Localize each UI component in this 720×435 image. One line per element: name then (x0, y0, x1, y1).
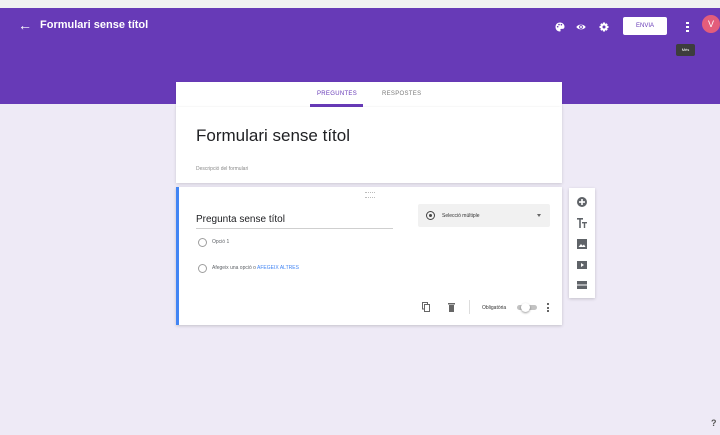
option-label[interactable]: Opció 1 (212, 239, 229, 245)
add-image-icon[interactable] (576, 238, 588, 250)
add-option-label[interactable]: Afegeix una opció o (212, 265, 256, 271)
copy-icon[interactable] (422, 302, 430, 312)
page-title[interactable]: Formulari sense títol (40, 19, 148, 31)
required-toggle[interactable] (517, 303, 537, 312)
side-toolbar (569, 188, 595, 298)
question-type-label: Selecció múltiple (442, 213, 480, 219)
radio-circle-icon (198, 238, 207, 247)
send-button[interactable]: ENVIA (623, 17, 667, 35)
avatar[interactable]: V (702, 15, 720, 33)
form-header-card: Formulari sense títol Descripció del for… (176, 107, 562, 183)
delete-icon[interactable] (448, 302, 455, 312)
radio-circle-icon (198, 264, 207, 273)
required-label: Obligatòria (482, 305, 507, 311)
eye-icon[interactable] (576, 22, 586, 32)
add-video-icon[interactable] (576, 259, 588, 271)
arrow-back-icon[interactable]: ← (18, 18, 32, 32)
help-icon[interactable]: ? (711, 418, 720, 429)
form-title-field[interactable]: Formulari sense títol (196, 126, 350, 146)
add-section-icon[interactable] (576, 279, 588, 291)
add-option-text[interactable]: Afegeix una opció o AFEGEIX ALTRES (212, 265, 299, 271)
divider (469, 300, 470, 314)
form-description-field[interactable]: Descripció del formulari (196, 166, 248, 172)
active-indicator (176, 187, 179, 325)
question-card[interactable]: Pregunta sense títol Selecció múltiple O… (176, 187, 562, 325)
add-title-icon[interactable] (576, 217, 588, 229)
gear-icon[interactable] (599, 22, 609, 32)
window-frame (0, 0, 720, 8)
question-title-field[interactable]: Pregunta sense títol (196, 214, 393, 229)
drag-handle-icon[interactable] (365, 192, 375, 198)
more-vert-icon[interactable] (686, 22, 689, 32)
add-other-link[interactable]: AFEGEIX ALTRES (257, 265, 299, 271)
question-type-dropdown[interactable]: Selecció múltiple (418, 204, 550, 227)
tab-responses[interactable]: RESPOSTES (382, 91, 421, 97)
palette-icon[interactable] (555, 22, 565, 32)
tab-questions[interactable]: PREGUNTES (317, 91, 357, 97)
dropdown-arrow-icon (537, 214, 541, 217)
more-options-icon[interactable] (547, 303, 549, 312)
tooltip: Més (676, 44, 695, 56)
add-question-icon[interactable] (576, 196, 588, 208)
radio-button-icon (426, 211, 435, 220)
tab-bar: PREGUNTES RESPOSTES (176, 82, 562, 108)
